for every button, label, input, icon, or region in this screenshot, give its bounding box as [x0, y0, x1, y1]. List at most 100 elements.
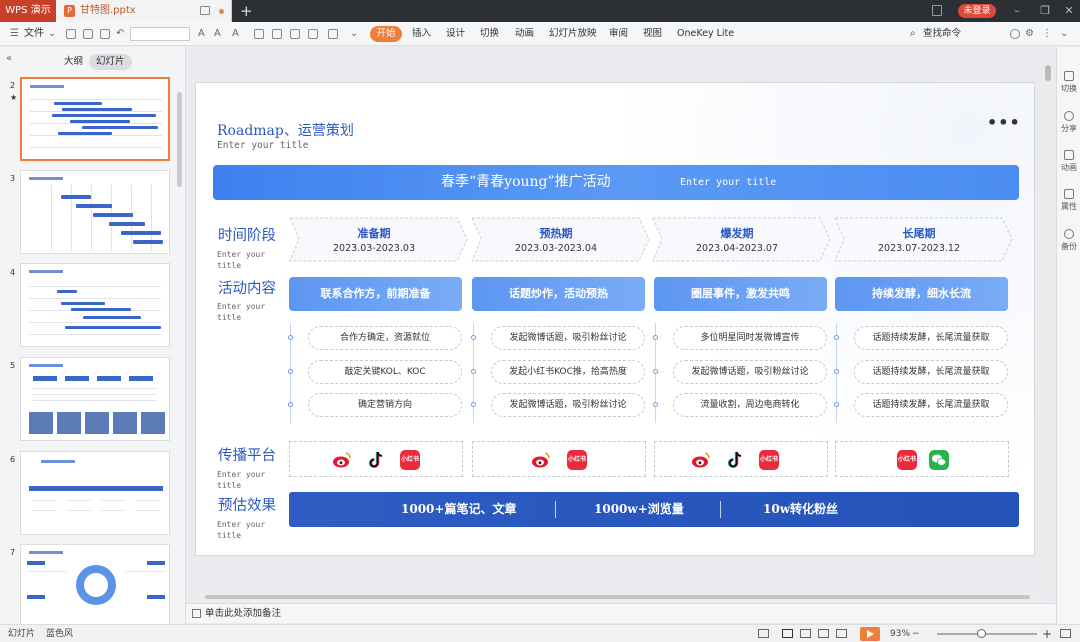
- activity-box[interactable]: 持续发酵，细水长流: [835, 277, 1008, 311]
- slide-thumbnail-3[interactable]: [20, 170, 170, 254]
- file-menu[interactable]: 文件: [24, 22, 44, 46]
- font-size-box[interactable]: [130, 27, 190, 41]
- notes-bar[interactable]: 单击此处添加备注: [186, 603, 1056, 623]
- chevron-down-icon[interactable]: ⌄: [48, 22, 56, 46]
- phase-chevron[interactable]: 爆发期 2023.04-2023.07: [652, 217, 832, 262]
- properties-button[interactable]: 属性: [1057, 189, 1080, 212]
- activity-box[interactable]: 话题炒作，活动预热: [472, 277, 645, 311]
- activity-box[interactable]: 圈层事件，激发共鸣: [654, 277, 827, 311]
- close-icon[interactable]: ✕: [1058, 0, 1080, 22]
- chevron-down-icon[interactable]: ⌄: [1060, 22, 1068, 46]
- tab-outline[interactable]: 大纲: [64, 54, 83, 70]
- menu-icon[interactable]: ☰: [10, 22, 19, 46]
- zoom-level[interactable]: 93%: [890, 625, 910, 642]
- font-grow-icon[interactable]: A: [198, 22, 205, 46]
- vertical-scroll-thumb[interactable]: [1045, 65, 1051, 81]
- pane-scrollbar[interactable]: [177, 92, 182, 187]
- search-command[interactable]: 查找命令: [923, 22, 961, 46]
- notes-placeholder[interactable]: 单击此处添加备注: [205, 604, 281, 624]
- text-box-icon[interactable]: [328, 29, 338, 39]
- vertical-scrollbar[interactable]: [1043, 63, 1053, 590]
- slide-thumbnail-5[interactable]: [20, 357, 170, 441]
- phase-chevron[interactable]: 长尾期 2023.07-2023.12: [834, 217, 1014, 262]
- format-painter-icon[interactable]: [254, 29, 264, 39]
- zoom-slider-handle[interactable]: [977, 629, 986, 638]
- save-icon[interactable]: [83, 29, 93, 39]
- zoom-in-button[interactable]: +: [1042, 625, 1052, 642]
- task-item[interactable]: 多位明星同时发微博宣传: [673, 326, 827, 350]
- phase-chevron[interactable]: 预热期 2023.03-2023.04: [471, 217, 651, 262]
- row-label-phase[interactable]: 时间阶段: [218, 224, 276, 245]
- slide-subtitle[interactable]: Enter your title: [217, 140, 309, 151]
- slide-thumbnail-6[interactable]: [20, 451, 170, 535]
- zoom-slider[interactable]: [937, 633, 1037, 635]
- phase-chevron[interactable]: 准备期 2023.03-2023.03: [289, 217, 469, 262]
- font-shrink-icon[interactable]: A: [214, 22, 221, 46]
- row-label-platform[interactable]: 传播平台: [218, 444, 276, 465]
- task-item[interactable]: 话题持续发酵，长尾流量获取: [854, 326, 1008, 350]
- slide-thumbnail-2[interactable]: [20, 77, 170, 161]
- print-icon[interactable]: [100, 29, 110, 39]
- tab-slideshow[interactable]: 幻灯片放映: [549, 22, 597, 46]
- tab-transition[interactable]: 切换: [480, 22, 499, 46]
- platform-box[interactable]: 小红书: [654, 441, 828, 477]
- platform-box[interactable]: 小红书: [472, 441, 646, 477]
- comment-icon[interactable]: [1010, 29, 1020, 39]
- fit-window-icon[interactable]: [1060, 629, 1071, 638]
- task-item[interactable]: 确定营销方向: [308, 393, 462, 417]
- font-color-icon[interactable]: A: [232, 22, 239, 46]
- open-icon[interactable]: [66, 29, 76, 39]
- tab-home[interactable]: 开始: [370, 26, 402, 42]
- more-format-icon[interactable]: ⌄: [350, 22, 358, 46]
- restore-icon[interactable]: ❐: [1034, 0, 1056, 22]
- more-icon[interactable]: ⋮: [1042, 22, 1052, 46]
- normal-view-icon[interactable]: [782, 629, 793, 638]
- slide-indicator[interactable]: 幻灯片: [8, 625, 35, 642]
- window-icon[interactable]: [200, 6, 210, 15]
- tab-view[interactable]: 视图: [643, 22, 662, 46]
- collapse-pane-icon[interactable]: «: [6, 53, 12, 64]
- search-icon[interactable]: ⌕: [910, 22, 916, 46]
- row-label-result[interactable]: 预估效果: [218, 494, 276, 515]
- slide[interactable]: Roadmap、运营策划 Enter your title ••• 春季“青春y…: [195, 82, 1035, 556]
- task-item[interactable]: 话题持续发酵，长尾流量获取: [854, 393, 1008, 417]
- switch-button[interactable]: 切换: [1057, 71, 1080, 94]
- tab-slides[interactable]: 幻灯片: [89, 54, 132, 70]
- campaign-banner[interactable]: 春季“青春young”推广活动 Enter your title: [213, 165, 1019, 200]
- share-button[interactable]: 分享: [1057, 111, 1080, 134]
- theme-name[interactable]: 蓝色风: [46, 625, 73, 642]
- tablet-mode-icon[interactable]: [932, 5, 942, 16]
- bullet-list-icon[interactable]: [272, 29, 282, 39]
- reading-view-icon[interactable]: [818, 629, 829, 638]
- task-item[interactable]: 发起小红书KOC推，拾高热度: [491, 360, 645, 384]
- new-tab-button[interactable]: +: [240, 2, 253, 20]
- row-sub-platform[interactable]: Enter your title: [217, 469, 271, 491]
- row-label-content[interactable]: 活动内容: [218, 277, 276, 298]
- slide-title[interactable]: Roadmap、运营策划: [217, 120, 354, 140]
- backup-button[interactable]: 备份: [1057, 229, 1080, 252]
- undo-icon[interactable]: ↶: [116, 22, 124, 46]
- minimize-icon[interactable]: –: [1006, 0, 1028, 22]
- task-item[interactable]: 合作方确定，资源就位: [308, 326, 462, 350]
- login-button[interactable]: 未登录: [958, 4, 996, 18]
- play-slideshow-button[interactable]: [860, 627, 880, 641]
- platform-box[interactable]: 小红书: [289, 441, 463, 477]
- tab-design[interactable]: 设计: [446, 22, 465, 46]
- row-sub-content[interactable]: Enter your title: [217, 301, 271, 323]
- animation-button[interactable]: 动画: [1057, 150, 1080, 173]
- document-tab[interactable]: P 甘特图.pptx: [56, 0, 232, 22]
- estimate-bar[interactable]: 1000+篇笔记、文章 1000w+浏览量 10w转化粉丝: [289, 492, 1019, 527]
- tab-onekey-lite[interactable]: OneKey Lite: [677, 22, 734, 46]
- zoom-out-button[interactable]: −: [912, 625, 920, 642]
- row-sub-phase[interactable]: Enter your title: [217, 249, 271, 271]
- numbered-list-icon[interactable]: [290, 29, 300, 39]
- tab-animation[interactable]: 动画: [515, 22, 534, 46]
- notes-toggle-icon[interactable]: [758, 629, 769, 638]
- presenter-icon[interactable]: [836, 629, 847, 638]
- task-item[interactable]: 发起微博话题，吸引粉丝讨论: [673, 360, 827, 384]
- align-icon[interactable]: [308, 29, 318, 39]
- slide-thumbnail-4[interactable]: [20, 263, 170, 347]
- app-tab[interactable]: WPS 演示: [0, 0, 56, 22]
- row-sub-result[interactable]: Enter your title: [217, 519, 271, 541]
- task-item[interactable]: 发起微博话题，吸引粉丝讨论: [491, 393, 645, 417]
